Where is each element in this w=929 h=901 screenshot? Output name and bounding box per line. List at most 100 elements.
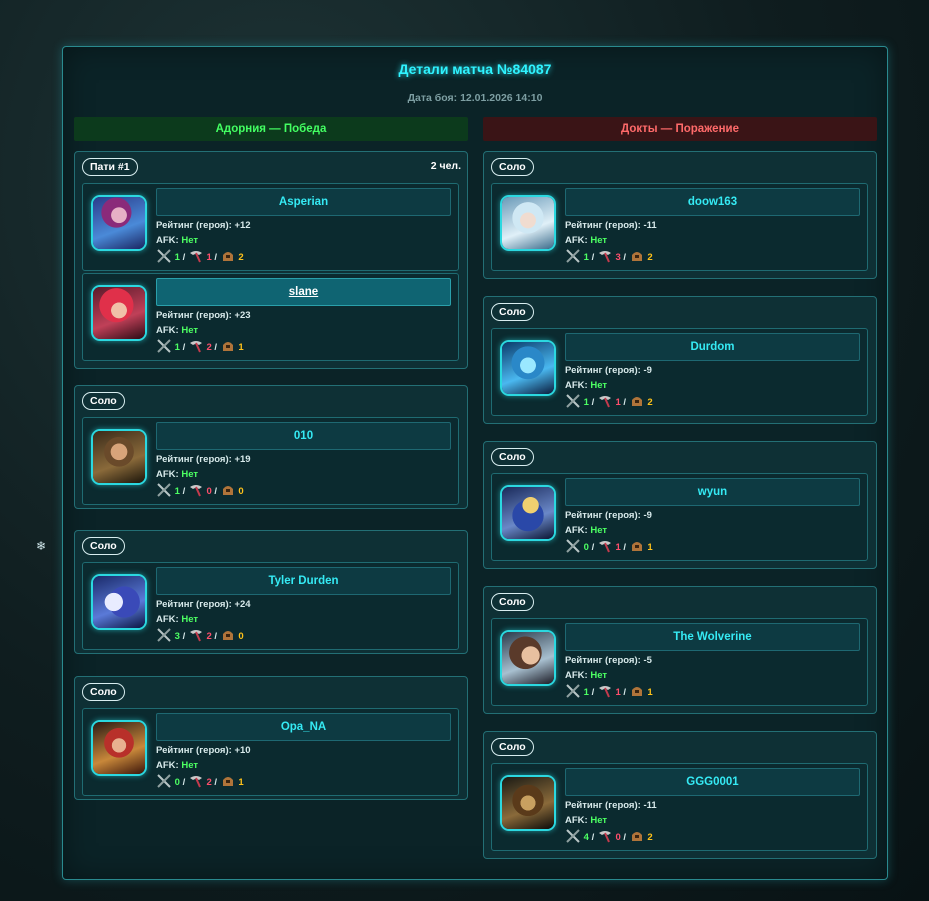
player-name[interactable]: Asperian bbox=[156, 188, 451, 216]
afk-value: Нет bbox=[181, 325, 199, 336]
assists-value: 1 bbox=[647, 687, 653, 698]
rating-line: Рейтинг (героя): -11 bbox=[565, 800, 657, 811]
deaths-value: 2 bbox=[206, 342, 212, 353]
party-badge: Пати #1 bbox=[82, 158, 138, 176]
helmet-icon bbox=[222, 342, 233, 351]
kda-stats: 1 / 3 / 2 bbox=[565, 249, 653, 265]
axe-icon bbox=[598, 396, 611, 408]
kills-value: 1 bbox=[583, 397, 589, 408]
assists-value: 1 bbox=[238, 777, 244, 788]
solo-badge: Соло bbox=[491, 738, 534, 756]
kills-value: 3 bbox=[174, 631, 180, 642]
rating-line: Рейтинг (героя): -9 bbox=[565, 365, 652, 376]
solo-badge: Соло bbox=[82, 537, 125, 555]
solo-badge: Соло bbox=[491, 448, 534, 466]
player-name[interactable]: Opa_NA bbox=[156, 713, 451, 741]
player-name[interactable]: 010 bbox=[156, 422, 451, 450]
kda-stats: 3 / 2 / 0 bbox=[156, 628, 244, 644]
axe-icon bbox=[189, 630, 202, 642]
hero-avatar[interactable] bbox=[500, 630, 556, 686]
crossed-swords-icon bbox=[157, 339, 171, 353]
player-name[interactable]: GGG0001 bbox=[565, 768, 860, 796]
afk-line: AFK: Нет bbox=[565, 815, 608, 826]
party-group: Пати #1 2 чел. Asperian Рейтинг (героя):… bbox=[74, 151, 468, 369]
crossed-swords-icon bbox=[157, 249, 171, 263]
kda-stats: 0 / 2 / 1 bbox=[156, 774, 244, 790]
rating-value: +19 bbox=[234, 454, 251, 465]
hero-avatar[interactable] bbox=[91, 285, 147, 341]
deaths-value: 1 bbox=[615, 397, 621, 408]
solo-badge: Соло bbox=[82, 392, 125, 410]
match-details-panel: Детали матча №84087 Дата боя: 12.01.2026… bbox=[62, 46, 888, 880]
crossed-swords-icon bbox=[157, 628, 171, 642]
kda-stats: 4 / 0 / 2 bbox=[565, 829, 653, 845]
axe-icon bbox=[189, 341, 202, 353]
axe-icon bbox=[189, 251, 202, 263]
afk-value: Нет bbox=[590, 235, 608, 246]
rating-value: +12 bbox=[234, 220, 251, 231]
helmet-icon bbox=[631, 832, 642, 841]
hero-avatar[interactable] bbox=[91, 429, 147, 485]
assists-value: 2 bbox=[647, 252, 653, 263]
hero-avatar[interactable] bbox=[91, 574, 147, 630]
kills-value: 1 bbox=[174, 342, 180, 353]
helmet-icon bbox=[222, 252, 233, 261]
afk-value: Нет bbox=[590, 670, 608, 681]
afk-line: AFK: Нет bbox=[565, 670, 608, 681]
assists-value: 1 bbox=[647, 542, 653, 553]
deaths-value: 2 bbox=[206, 631, 212, 642]
hero-avatar[interactable] bbox=[500, 340, 556, 396]
deaths-value: 1 bbox=[615, 687, 621, 698]
player-card: 010 Рейтинг (героя): +19 AFK: Нет 1 / 0 … bbox=[82, 417, 459, 505]
helmet-icon bbox=[222, 486, 233, 495]
solo-group: Соло The Wolverine Рейтинг (героя): -5 A… bbox=[483, 586, 877, 714]
kda-stats: 1 / 1 / 2 bbox=[156, 249, 244, 265]
assists-value: 2 bbox=[238, 252, 244, 263]
player-name[interactable]: slane bbox=[156, 278, 451, 306]
hero-avatar[interactable] bbox=[91, 195, 147, 251]
kda-stats: 1 / 2 / 1 bbox=[156, 339, 244, 355]
afk-line: AFK: Нет bbox=[156, 614, 199, 625]
rating-value: +10 bbox=[234, 745, 251, 756]
player-name[interactable]: Tyler Durden bbox=[156, 567, 451, 595]
kills-value: 1 bbox=[583, 687, 589, 698]
assists-value: 0 bbox=[238, 486, 244, 497]
player-card: Opa_NA Рейтинг (героя): +10 AFK: Нет 0 /… bbox=[82, 708, 459, 796]
afk-value: Нет bbox=[181, 235, 199, 246]
player-name[interactable]: The Wolverine bbox=[565, 623, 860, 651]
deaths-value: 3 bbox=[615, 252, 621, 263]
rating-value: -11 bbox=[643, 220, 657, 231]
player-card: The Wolverine Рейтинг (героя): -5 AFK: Н… bbox=[491, 618, 868, 706]
rating-line: Рейтинг (героя): +23 bbox=[156, 310, 251, 321]
player-card: Tyler Durden Рейтинг (героя): +24 AFK: Н… bbox=[82, 562, 459, 650]
rating-value: -9 bbox=[643, 365, 652, 376]
hero-avatar[interactable] bbox=[500, 485, 556, 541]
crossed-swords-icon bbox=[157, 483, 171, 497]
match-title: Детали матча №84087 bbox=[398, 61, 552, 77]
hero-avatar[interactable] bbox=[500, 775, 556, 831]
crossed-swords-icon bbox=[157, 774, 171, 788]
solo-group: Соло wyun Рейтинг (героя): -9 AFK: Нет 0… bbox=[483, 441, 877, 569]
axe-icon bbox=[598, 541, 611, 553]
kills-value: 1 bbox=[583, 252, 589, 263]
solo-badge: Соло bbox=[491, 303, 534, 321]
player-name[interactable]: doow163 bbox=[565, 188, 860, 216]
helmet-icon bbox=[631, 397, 642, 406]
rating-value: +23 bbox=[234, 310, 251, 321]
player-name[interactable]: wyun bbox=[565, 478, 860, 506]
hero-avatar[interactable] bbox=[500, 195, 556, 251]
afk-line: AFK: Нет bbox=[565, 525, 608, 536]
loser-team-header: Докты — Поражение bbox=[483, 117, 877, 141]
player-name[interactable]: Durdom bbox=[565, 333, 860, 361]
kills-value: 1 bbox=[174, 252, 180, 263]
kda-stats: 1 / 1 / 2 bbox=[565, 394, 653, 410]
assists-value: 0 bbox=[238, 631, 244, 642]
solo-group: Соло Tyler Durden Рейтинг (героя): +24 A… bbox=[74, 530, 468, 654]
hero-avatar[interactable] bbox=[91, 720, 147, 776]
crossed-swords-icon bbox=[566, 249, 580, 263]
rating-line: Рейтинг (героя): +19 bbox=[156, 454, 251, 465]
rating-line: Рейтинг (героя): +12 bbox=[156, 220, 251, 231]
helmet-icon bbox=[631, 252, 642, 261]
solo-badge: Соло bbox=[82, 683, 125, 701]
rating-value: +24 bbox=[234, 599, 251, 610]
